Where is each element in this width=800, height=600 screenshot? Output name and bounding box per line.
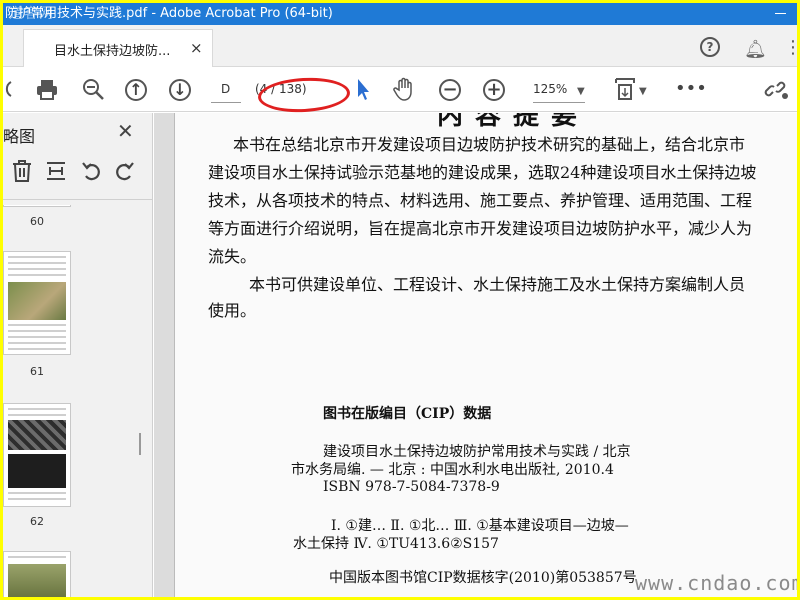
- para1-line-2: 建设项目水土保持试验示范基地的建设成果，选取24种建设项目水土保持边坡: [208, 163, 757, 182]
- thumbnail-page-61[interactable]: [3, 251, 71, 355]
- title-bar: 防护常用技术与实践.pdf - Adobe Acrobat Pro (64-bi…: [3, 3, 797, 25]
- cip-line-6: 中国版本图书馆CIP数据核字(2010)第053857号: [329, 570, 637, 586]
- acrobat-window: 防护常用技术与实践.pdf - Adobe Acrobat Pro (64-bi…: [3, 3, 797, 597]
- fit-dropdown-icon[interactable]: ▼: [639, 86, 647, 97]
- para1-line-1: 本书在总结北京市开发建设项目边坡防护技术研究的基础上，结合北京市: [233, 135, 746, 154]
- delete-page-icon[interactable]: [11, 159, 33, 183]
- para1-line-3: 技术，从各项技术的特点、材料选用、施工要点、养护管理、适用范围、工程: [208, 191, 753, 210]
- page-heading: 内容提要: [437, 113, 590, 131]
- thumbnail-scrollbar[interactable]: [139, 433, 141, 455]
- rotate-ccw-icon[interactable]: [81, 159, 103, 183]
- zoom-out-icon[interactable]: −: [439, 79, 461, 101]
- previous-page-icon[interactable]: ↑: [125, 79, 147, 101]
- thumbnail-page-62[interactable]: [3, 403, 71, 507]
- fit-page-icon[interactable]: [613, 76, 637, 102]
- help-icon[interactable]: ?: [700, 37, 720, 57]
- thumbnail-label-62: 62: [30, 515, 44, 528]
- thumbnail-label-61: 61: [30, 365, 44, 378]
- para1-line-5: 流失。: [208, 247, 257, 266]
- tab-label: 目水土保持边坡防...: [54, 44, 171, 59]
- tab-document[interactable]: 目水土保持边坡防... ×: [23, 29, 213, 67]
- para2-line-2: 使用。: [208, 301, 257, 320]
- rotate-partial-icon[interactable]: [3, 76, 13, 102]
- share-link-icon[interactable]: [763, 76, 791, 102]
- tab-bar: 目水土保持边坡防... ×: [3, 25, 797, 67]
- page-number-input[interactable]: D: [211, 82, 241, 103]
- cip-line-4: Ⅰ. ①建… Ⅱ. ①北… Ⅲ. ①基本建设项目—边坡—: [331, 518, 629, 534]
- thumbnail-page-60[interactable]: [3, 205, 71, 207]
- panel-separator: [3, 199, 153, 200]
- select-cursor-icon[interactable]: [355, 76, 371, 102]
- zoom-in-icon[interactable]: +: [483, 79, 505, 101]
- more-vertical-icon[interactable]: ⋮: [784, 37, 797, 58]
- thumbnail-label-60: 60: [30, 215, 44, 228]
- cip-line-3: ISBN 978-7-5084-7378-9: [323, 479, 500, 495]
- next-page-icon[interactable]: ↓: [169, 79, 191, 101]
- print-icon[interactable]: [35, 76, 59, 102]
- logo-watermark: 道客网: [9, 6, 54, 22]
- para1-line-4: 等方面进行介绍说明，旨在提高北京市开发建设项目边坡防护水平，减少人为: [208, 219, 753, 238]
- panel-close-icon[interactable]: ✕: [117, 119, 134, 143]
- extract-page-icon[interactable]: [45, 159, 67, 183]
- zoom-dropdown-icon[interactable]: ▼: [577, 86, 585, 97]
- rotate-cw-icon[interactable]: [113, 159, 135, 183]
- cip-title: 图书在版编目（CIP）数据: [323, 406, 492, 422]
- document-viewport[interactable]: 内容提要 本书在总结北京市开发建设项目边坡防护技术研究的基础上，结合北京市 建设…: [154, 113, 797, 597]
- page-thumbnails-panel: 略图 ✕ 60 61 62: [3, 113, 153, 597]
- cip-line-5: 水土保持 Ⅳ. ①TU413.6②S157: [293, 536, 499, 552]
- hand-tool-icon[interactable]: [393, 76, 417, 102]
- more-tools-icon[interactable]: •••: [675, 76, 707, 102]
- thumbnail-page-63[interactable]: [3, 551, 71, 597]
- zoom-out-search-icon[interactable]: [81, 76, 105, 102]
- cip-line-1: 建设项目水土保持边坡防护常用技术与实践 / 北京: [323, 444, 631, 460]
- toolbar: ↑ ↓ D (4 / 138) − + 125% ▼ ▼ •••: [3, 68, 797, 115]
- panel-title: 略图: [3, 127, 36, 146]
- page-number-value: D: [221, 82, 231, 96]
- notifications-bell-icon[interactable]: 🔔︎: [744, 39, 767, 60]
- tab-close-icon[interactable]: ×: [190, 39, 203, 57]
- pdf-page: 内容提要 本书在总结北京市开发建设项目边坡防护技术研究的基础上，结合北京市 建设…: [174, 113, 797, 597]
- zoom-level-value: 125%: [533, 82, 568, 96]
- thumbnail-list: 60 61 62: [3, 205, 145, 597]
- cip-line-2: 市水务局编. — 北京 : 中国水利水电出版社, 2010.4: [291, 462, 614, 478]
- site-watermark: www.cndao.com: [635, 571, 797, 595]
- para2-line-1: 本书可供建设单位、工程设计、水土保持施工及水土保持方案编制人员: [249, 275, 746, 294]
